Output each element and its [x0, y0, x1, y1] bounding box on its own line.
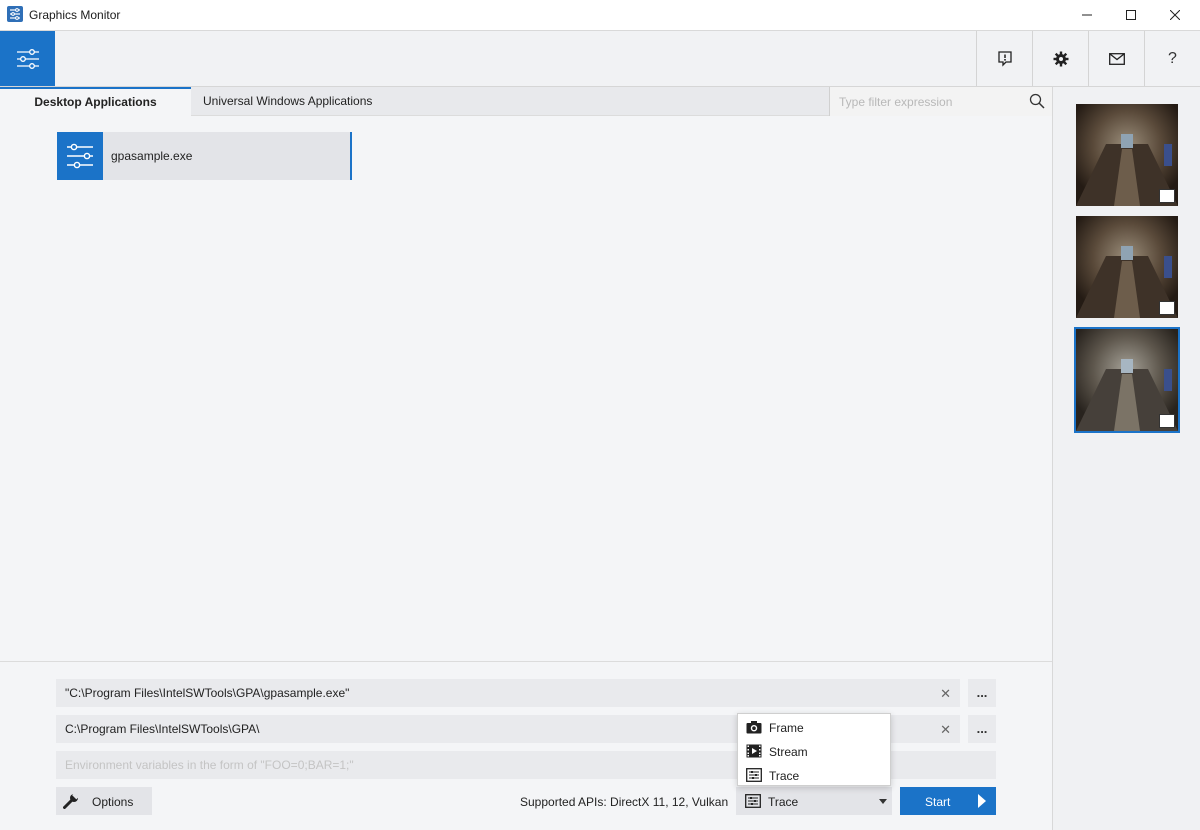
- menu-item-stream[interactable]: Stream: [738, 739, 890, 763]
- feedback-icon: [997, 50, 1012, 67]
- capture-thumbnail-frame[interactable]: [1074, 327, 1180, 433]
- window-title: Graphics Monitor: [29, 8, 121, 22]
- search-icon[interactable]: [1029, 93, 1045, 109]
- maximize-button[interactable]: [1108, 0, 1154, 30]
- app-icon: [7, 6, 23, 22]
- gear-icon: [1053, 51, 1068, 66]
- application-name: gpasample.exe: [111, 149, 193, 163]
- tab-universal-windows-applications[interactable]: Universal Windows Applications: [203, 87, 372, 116]
- capture-thumbnail-trace[interactable]: [1076, 104, 1178, 206]
- stream-icon: [1159, 301, 1175, 315]
- camera-icon: [746, 721, 762, 734]
- capture-mode-value: Trace: [768, 795, 799, 809]
- menu-item-frame[interactable]: Frame: [738, 715, 890, 739]
- capture-thumbnail-stream[interactable]: [1076, 216, 1178, 318]
- minimize-button[interactable]: [1064, 0, 1110, 30]
- trace-icon: [1159, 189, 1175, 203]
- launch-panel: ✕ ... ✕ ... Options Supported APIs: Dire…: [0, 661, 1052, 830]
- play-icon: [978, 794, 986, 808]
- minimize-icon: [1082, 14, 1092, 16]
- filter-input[interactable]: [830, 87, 1025, 116]
- close-icon: [1170, 10, 1180, 20]
- wrench-icon: [63, 793, 79, 809]
- tab-desktop-applications[interactable]: Desktop Applications: [0, 87, 191, 116]
- capture-mode-select[interactable]: Trace: [736, 787, 892, 815]
- browse-directory-button[interactable]: ...: [968, 715, 996, 743]
- camera-icon: [1159, 414, 1175, 428]
- chevron-down-icon: [879, 799, 887, 804]
- mail-icon: [1108, 52, 1125, 65]
- supported-apis-text: Supported APIs: DirectX 11, 12, Vulkan: [520, 795, 729, 809]
- options-label: Options: [92, 795, 134, 809]
- sliders-icon: [57, 132, 103, 180]
- stream-icon: [746, 744, 762, 758]
- filter-box: [829, 87, 1052, 116]
- maximize-icon: [1126, 10, 1136, 20]
- help-icon: ?: [1168, 49, 1177, 67]
- trace-icon: [746, 768, 762, 782]
- close-button[interactable]: [1152, 0, 1198, 30]
- start-button[interactable]: Start: [900, 787, 996, 815]
- application-tile[interactable]: gpasample.exe: [57, 132, 352, 180]
- options-button[interactable]: Options: [56, 787, 152, 815]
- browse-application-button[interactable]: ...: [968, 679, 996, 707]
- capture-mode-menu: Frame Stream Trace: [737, 713, 891, 786]
- menu-item-label: Trace: [769, 769, 800, 783]
- settings-button[interactable]: [1032, 31, 1088, 86]
- feedback-button[interactable]: [976, 31, 1032, 86]
- title-bar: Graphics Monitor: [0, 0, 1200, 31]
- mail-button[interactable]: [1088, 31, 1144, 86]
- tab-bar: Desktop Applications Universal Windows A…: [0, 87, 1052, 116]
- application-path-input[interactable]: [56, 679, 926, 707]
- clear-icon[interactable]: ✕: [940, 722, 951, 738]
- menu-item-label: Stream: [769, 745, 808, 759]
- toolbar: ?: [0, 31, 1200, 87]
- sliders-icon: [16, 48, 39, 69]
- home-button[interactable]: [0, 31, 55, 86]
- application-path-field: ✕: [56, 679, 960, 707]
- trace-icon: [745, 794, 761, 808]
- captures-panel: [1052, 87, 1200, 830]
- clear-icon[interactable]: ✕: [940, 686, 951, 702]
- start-label: Start: [925, 795, 951, 809]
- help-button[interactable]: ?: [1144, 31, 1200, 86]
- menu-item-label: Frame: [769, 721, 804, 735]
- menu-item-trace[interactable]: Trace: [738, 763, 890, 787]
